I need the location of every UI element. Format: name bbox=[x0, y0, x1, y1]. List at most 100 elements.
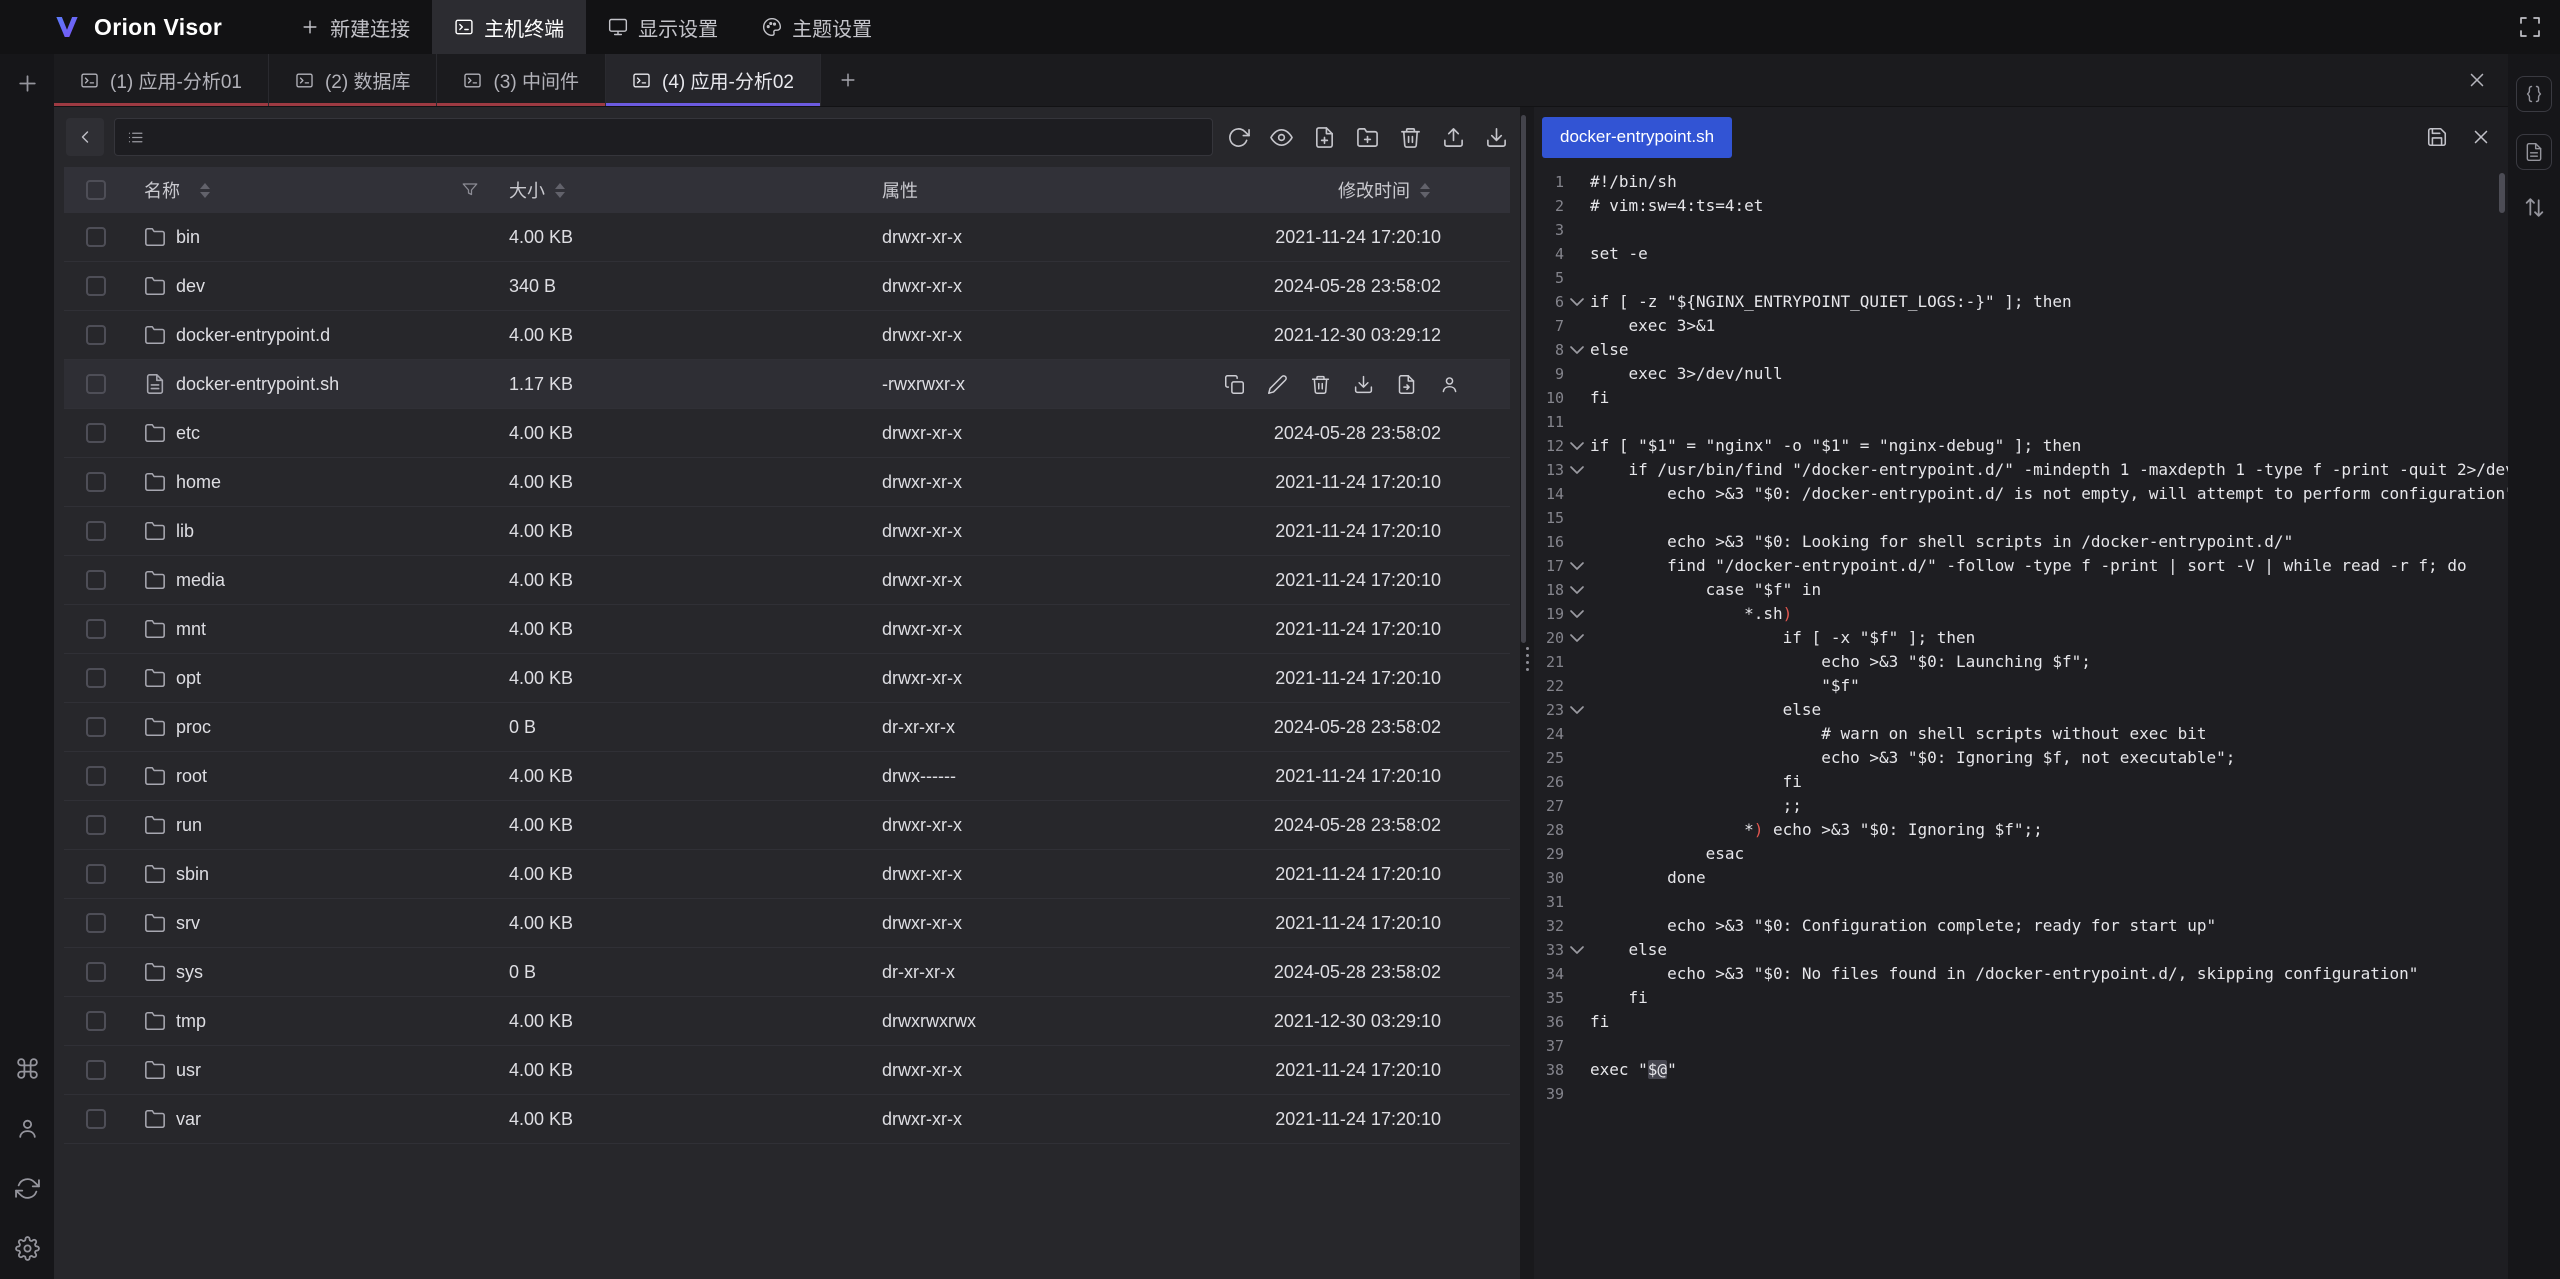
session-tab-3[interactable]: (3) 中间件 bbox=[437, 54, 606, 106]
row-checkbox[interactable] bbox=[86, 962, 106, 982]
close-tabbar-button[interactable] bbox=[2466, 54, 2488, 106]
fold-chevron-icon[interactable] bbox=[1564, 434, 1590, 458]
upload-button[interactable] bbox=[1442, 126, 1465, 149]
row-checkbox[interactable] bbox=[86, 1011, 106, 1031]
new-file-button[interactable] bbox=[1313, 126, 1336, 149]
edit-icon[interactable] bbox=[1267, 374, 1288, 395]
permission-icon[interactable] bbox=[1439, 374, 1460, 395]
row-checkbox[interactable] bbox=[86, 668, 106, 688]
code-editor[interactable]: 1#!/bin/sh2# vim:sw=4:ts=4:et34set -e56i… bbox=[1534, 167, 2508, 1279]
file-row-opt[interactable]: opt4.00 KBdrwxr-xr-x2021-11-24 17:20:10 bbox=[64, 654, 1510, 703]
fold-chevron-icon[interactable] bbox=[1564, 698, 1590, 722]
fold-chevron-icon[interactable] bbox=[1564, 938, 1590, 962]
rail-sync-button[interactable] bbox=[12, 1173, 42, 1203]
fold-chevron-icon[interactable] bbox=[1564, 554, 1590, 578]
move-icon[interactable] bbox=[1396, 374, 1417, 395]
col-name-label[interactable]: 名称 bbox=[144, 177, 180, 203]
nav-item-display-settings[interactable]: 显示设置 bbox=[586, 0, 740, 54]
row-checkbox[interactable] bbox=[86, 1060, 106, 1080]
row-checkbox[interactable] bbox=[86, 423, 106, 443]
back-button[interactable] bbox=[66, 118, 104, 156]
row-checkbox[interactable] bbox=[86, 1109, 106, 1129]
sort-mtime-icon[interactable] bbox=[1420, 183, 1430, 198]
file-row-sys[interactable]: sys0 Bdr-xr-xr-x2024-05-28 23:58:02 bbox=[64, 948, 1510, 997]
col-size-label[interactable]: 大小 bbox=[509, 177, 545, 203]
sort-name-icon[interactable] bbox=[200, 183, 210, 198]
file-row-etc[interactable]: etc4.00 KBdrwxr-xr-x2024-05-28 23:58:02 bbox=[64, 409, 1510, 458]
download-icon[interactable] bbox=[1353, 374, 1374, 395]
add-tab-button[interactable] bbox=[821, 54, 875, 106]
file-row-var[interactable]: var4.00 KBdrwxr-xr-x2021-11-24 17:20:10 bbox=[64, 1095, 1510, 1144]
row-checkbox[interactable] bbox=[86, 913, 106, 933]
nav-item-host-terminal[interactable]: 主机终端 bbox=[432, 0, 586, 54]
file-row-tmp[interactable]: tmp4.00 KBdrwxrwxrwx2021-12-30 03:29:10 bbox=[64, 997, 1510, 1046]
sort-size-icon[interactable] bbox=[555, 183, 565, 198]
save-icon[interactable] bbox=[2426, 126, 2448, 148]
fold-chevron-icon[interactable] bbox=[1564, 290, 1590, 314]
nav-item-new-connection[interactable]: 新建连接 bbox=[278, 0, 432, 54]
row-checkbox[interactable] bbox=[86, 325, 106, 345]
editor-scrollbar[interactable] bbox=[2499, 173, 2505, 213]
file-row-run[interactable]: run4.00 KBdrwxr-xr-x2024-05-28 23:58:02 bbox=[64, 801, 1510, 850]
rail-user-button[interactable] bbox=[12, 1113, 42, 1143]
file-row-bin[interactable]: bin4.00 KBdrwxr-xr-x2021-11-24 17:20:10 bbox=[64, 213, 1510, 262]
session-tab-4[interactable]: (4) 应用-分析02 bbox=[606, 54, 821, 106]
rail-settings-button[interactable] bbox=[12, 1233, 42, 1263]
rail-shortcut-keys-button[interactable] bbox=[12, 1053, 42, 1083]
path-list-icon[interactable] bbox=[127, 129, 144, 146]
row-checkbox[interactable] bbox=[86, 227, 106, 247]
refresh-button[interactable] bbox=[1227, 126, 1250, 149]
rail-add-session-button[interactable] bbox=[12, 68, 42, 98]
close-editor-icon[interactable] bbox=[2470, 126, 2492, 148]
row-checkbox[interactable] bbox=[86, 864, 106, 884]
row-checkbox[interactable] bbox=[86, 521, 106, 541]
fold-chevron-icon[interactable] bbox=[1564, 626, 1590, 650]
file-row-docker-entrypoint.d[interactable]: docker-entrypoint.d4.00 KBdrwxr-xr-x2021… bbox=[64, 311, 1510, 360]
file-row-usr[interactable]: usr4.00 KBdrwxr-xr-x2021-11-24 17:20:10 bbox=[64, 1046, 1510, 1095]
file-row-dev[interactable]: dev340 Bdrwxr-xr-x2024-05-28 23:58:02 bbox=[64, 262, 1510, 311]
row-checkbox[interactable] bbox=[86, 276, 106, 296]
row-checkbox[interactable] bbox=[86, 472, 106, 492]
file-row-proc[interactable]: proc0 Bdr-xr-xr-x2024-05-28 23:58:02 bbox=[64, 703, 1510, 752]
row-checkbox[interactable] bbox=[86, 570, 106, 590]
app-logo[interactable]: Orion Visor bbox=[0, 12, 222, 42]
row-checkbox[interactable] bbox=[86, 815, 106, 835]
path-input[interactable] bbox=[114, 118, 1213, 156]
filter-icon[interactable] bbox=[461, 181, 479, 199]
rail-file-manager-button[interactable] bbox=[2516, 134, 2552, 170]
fold-chevron-icon[interactable] bbox=[1564, 578, 1590, 602]
fold-chevron-icon[interactable] bbox=[1564, 338, 1590, 362]
file-row-mnt[interactable]: mnt4.00 KBdrwxr-xr-x2021-11-24 17:20:10 bbox=[64, 605, 1510, 654]
rail-json-config-button[interactable] bbox=[2516, 76, 2552, 112]
delete-icon[interactable] bbox=[1310, 374, 1331, 395]
fold-chevron-icon[interactable] bbox=[1564, 458, 1590, 482]
col-mtime-label[interactable]: 修改时间 bbox=[1338, 177, 1410, 203]
download-button[interactable] bbox=[1485, 126, 1508, 149]
toggle-hidden-button[interactable] bbox=[1270, 126, 1293, 149]
row-checkbox[interactable] bbox=[86, 374, 106, 394]
divider-grip[interactable] bbox=[1520, 647, 1534, 671]
nav-item-theme-settings[interactable]: 主题设置 bbox=[740, 0, 894, 54]
file-list-scrollbar[interactable] bbox=[1521, 115, 1526, 643]
file-row-sbin[interactable]: sbin4.00 KBdrwxr-xr-x2021-11-24 17:20:10 bbox=[64, 850, 1510, 899]
rail-swap-panels-button[interactable] bbox=[2519, 192, 2549, 222]
new-folder-button[interactable] bbox=[1356, 126, 1379, 149]
file-row-root[interactable]: root4.00 KBdrwx------2021-11-24 17:20:10 bbox=[64, 752, 1510, 801]
file-row-srv[interactable]: srv4.00 KBdrwxr-xr-x2021-11-24 17:20:10 bbox=[64, 899, 1510, 948]
file-row-lib[interactable]: lib4.00 KBdrwxr-xr-x2021-11-24 17:20:10 bbox=[64, 507, 1510, 556]
row-checkbox[interactable] bbox=[86, 717, 106, 737]
session-tab-2[interactable]: (2) 数据库 bbox=[269, 54, 438, 106]
copy-icon[interactable] bbox=[1224, 374, 1245, 395]
fold-chevron-icon[interactable] bbox=[1564, 602, 1590, 626]
session-tab-1[interactable]: (1) 应用-分析01 bbox=[54, 54, 269, 106]
file-row-media[interactable]: media4.00 KBdrwxr-xr-x2021-11-24 17:20:1… bbox=[64, 556, 1510, 605]
row-checkbox[interactable] bbox=[86, 619, 106, 639]
fullscreen-icon[interactable] bbox=[2518, 15, 2542, 39]
select-all-checkbox[interactable] bbox=[86, 180, 106, 200]
file-row-docker-entrypoint.sh[interactable]: docker-entrypoint.sh1.17 KB-rwxrwxr-x bbox=[64, 360, 1510, 409]
file-row-home[interactable]: home4.00 KBdrwxr-xr-x2021-11-24 17:20:10 bbox=[64, 458, 1510, 507]
row-checkbox[interactable] bbox=[86, 766, 106, 786]
panel-divider[interactable] bbox=[1520, 107, 1534, 1279]
editor-file-tab[interactable]: docker-entrypoint.sh bbox=[1542, 117, 1732, 158]
delete-button[interactable] bbox=[1399, 126, 1422, 149]
